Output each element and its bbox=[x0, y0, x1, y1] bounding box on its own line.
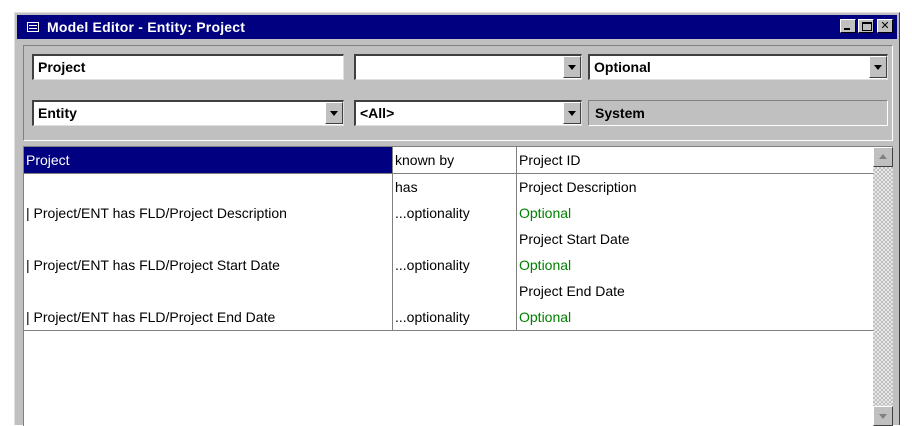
target-cell[interactable]: Project End Date bbox=[516, 278, 874, 304]
target-cell[interactable]: Optional bbox=[516, 200, 874, 226]
optionality-value: Optional bbox=[594, 59, 651, 75]
filter-value: <All> bbox=[360, 105, 395, 121]
system-label: System bbox=[588, 100, 888, 126]
optionality-dropdown[interactable]: Optional bbox=[588, 54, 888, 80]
target-cell[interactable]: Project Description bbox=[516, 174, 874, 200]
name-field[interactable]: Project bbox=[32, 54, 344, 80]
verb-cell[interactable] bbox=[392, 278, 516, 304]
table-row[interactable]: Project known by Project ID bbox=[24, 147, 874, 174]
verb-cell[interactable] bbox=[392, 226, 516, 252]
grid-body: Project known by Project ID has Project Desc… bbox=[24, 147, 874, 331]
table-row[interactable]: Project Start Date bbox=[24, 226, 874, 252]
chevron-down-icon[interactable] bbox=[869, 56, 887, 78]
target-cell[interactable]: Optional bbox=[516, 252, 874, 278]
verb-cell[interactable]: ...optionality bbox=[392, 252, 516, 278]
verb-cell[interactable]: ...optionality bbox=[392, 200, 516, 226]
title-bar[interactable]: Model Editor - Entity: Project ✕ bbox=[17, 15, 897, 39]
vertical-scrollbar[interactable] bbox=[873, 147, 893, 426]
type-dropdown[interactable]: Entity bbox=[32, 100, 344, 126]
relationship-cell[interactable] bbox=[24, 226, 392, 252]
scroll-up-icon[interactable] bbox=[873, 147, 893, 167]
relationship-cell[interactable] bbox=[24, 278, 392, 304]
table-row[interactable]: | Project/ENT has FLD/Project Start Date… bbox=[24, 252, 874, 278]
type-value: Entity bbox=[38, 105, 77, 121]
relationship-cell[interactable]: | Project/ENT has FLD/Project Descriptio… bbox=[24, 200, 392, 226]
chevron-down-icon[interactable] bbox=[325, 102, 343, 124]
table-row[interactable]: has Project Description bbox=[24, 174, 874, 200]
target-cell[interactable]: Project ID bbox=[516, 147, 874, 173]
window-controls: ✕ bbox=[838, 19, 893, 33]
close-button[interactable]: ✕ bbox=[877, 19, 893, 33]
relationship-grid: Project known by Project ID has Project Desc… bbox=[23, 146, 893, 426]
filter-dropdown[interactable]: <All> bbox=[354, 100, 582, 126]
verb-cell[interactable]: known by bbox=[392, 147, 516, 173]
name-field-value: Project bbox=[38, 59, 86, 75]
relationship-cell[interactable]: Project bbox=[24, 147, 392, 173]
window-title: Model Editor - Entity: Project bbox=[47, 19, 246, 35]
table-row[interactable]: | Project/ENT has FLD/Project Descriptio… bbox=[24, 200, 874, 226]
table-row[interactable]: Project End Date bbox=[24, 278, 874, 304]
scroll-down-icon[interactable] bbox=[873, 406, 893, 426]
close-icon: ✕ bbox=[880, 19, 890, 32]
verb-cell[interactable]: has bbox=[392, 174, 516, 200]
model-editor-window: Model Editor - Entity: Project ✕ Project… bbox=[14, 12, 900, 426]
target-cell[interactable]: Project Start Date bbox=[516, 226, 874, 252]
relationship-cell[interactable]: | Project/ENT has FLD/Project Start Date bbox=[24, 252, 392, 278]
chevron-down-icon[interactable] bbox=[563, 102, 581, 124]
relationship-cell[interactable] bbox=[24, 174, 392, 200]
minimize-button[interactable] bbox=[840, 19, 856, 33]
verb-cell[interactable]: ...optionality bbox=[392, 304, 516, 330]
table-row[interactable]: | Project/ENT has FLD/Project End Date..… bbox=[24, 304, 874, 331]
editor-header-panel: Project Optional Entity <All> System bbox=[23, 45, 893, 141]
middle-top-dropdown[interactable] bbox=[354, 54, 582, 80]
chevron-down-icon[interactable] bbox=[563, 56, 581, 78]
relationship-cell[interactable]: | Project/ENT has FLD/Project End Date bbox=[24, 304, 392, 330]
table-window-icon[interactable] bbox=[27, 22, 39, 32]
maximize-button[interactable] bbox=[858, 19, 874, 33]
target-cell[interactable]: Optional bbox=[516, 304, 874, 330]
